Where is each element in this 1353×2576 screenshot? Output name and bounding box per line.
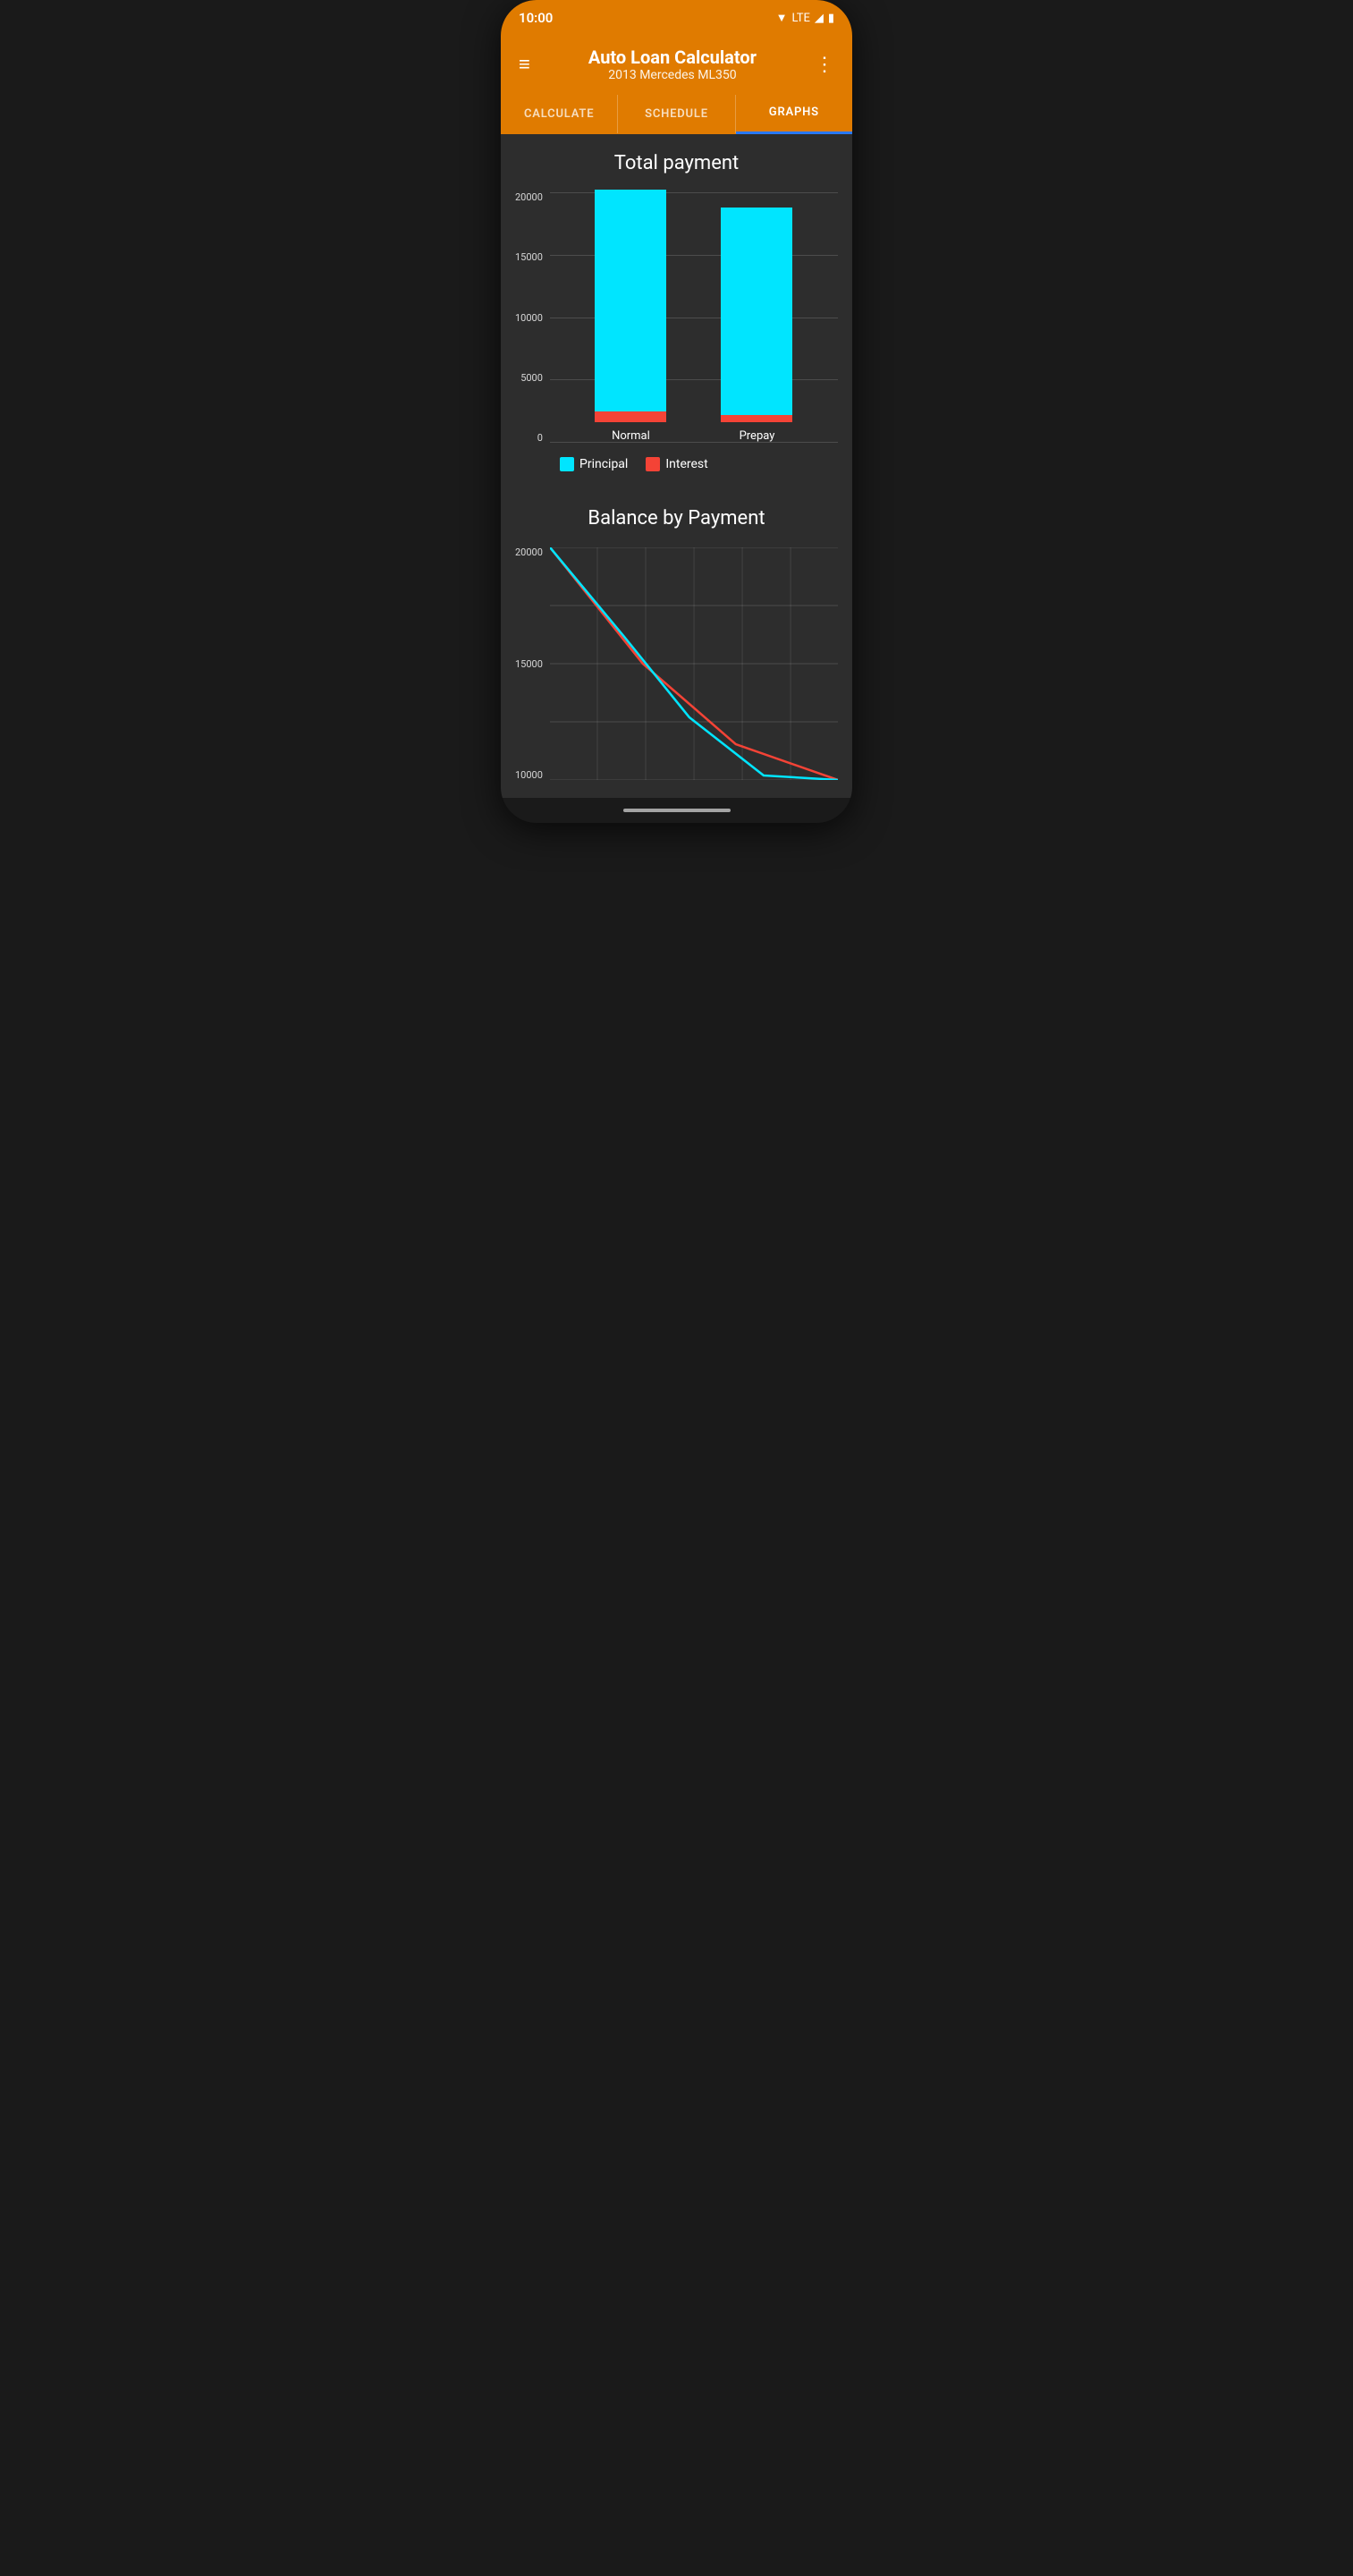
bar-normal-principal xyxy=(595,190,666,411)
bar-label-prepay: Prepay xyxy=(740,429,775,443)
line-y-15000: 15000 xyxy=(515,659,543,669)
legend-principal-label: Principal xyxy=(579,457,628,471)
signal-icon: ◢ xyxy=(815,12,824,25)
legend-principal-color xyxy=(560,457,574,471)
wifi-icon: ▼ xyxy=(776,11,788,25)
bar-prepay-principal xyxy=(721,208,792,415)
legend-principal: Principal xyxy=(560,457,628,471)
app-bar: ≡ Auto Loan Calculator 2013 Mercedes ML3… xyxy=(501,36,852,93)
lte-label: LTE xyxy=(791,12,809,25)
chart-legend: Principal Interest xyxy=(515,457,838,471)
tab-graphs[interactable]: GRAPHS xyxy=(736,93,852,134)
bar-prepay-interest xyxy=(721,415,792,422)
bar-stack-normal xyxy=(595,190,666,422)
bar-label-normal: Normal xyxy=(612,429,650,443)
more-icon[interactable]: ⋮ xyxy=(811,50,838,80)
status-bar: 10:00 ▼ LTE ◢ ▮ xyxy=(501,0,852,36)
total-payment-section: Total payment 20000 15000 10000 5000 0 xyxy=(501,134,852,489)
status-time: 10:00 xyxy=(519,10,553,26)
battery-icon: ▮ xyxy=(828,12,834,25)
legend-interest: Interest xyxy=(646,457,707,471)
y-label-10000: 10000 xyxy=(515,313,543,323)
status-icons: ▼ LTE ◢ ▮ xyxy=(776,11,834,25)
line-chart-plot xyxy=(550,547,838,780)
y-label-0: 0 xyxy=(537,433,543,443)
app-bar-title: Auto Loan Calculator xyxy=(534,47,811,68)
content: Total payment 20000 15000 10000 5000 0 xyxy=(501,134,852,798)
home-indicator-bar xyxy=(501,798,852,823)
phone-frame: 10:00 ▼ LTE ◢ ▮ ≡ Auto Loan Calculator 2… xyxy=(501,0,852,823)
app-bar-subtitle: 2013 Mercedes ML350 xyxy=(534,68,811,82)
bar-chart-container: 20000 15000 10000 5000 0 xyxy=(515,192,838,443)
legend-interest-color xyxy=(646,457,660,471)
total-payment-title: Total payment xyxy=(515,152,838,174)
menu-icon[interactable]: ≡ xyxy=(515,49,534,80)
bar-chart-y-axis: 20000 15000 10000 5000 0 xyxy=(515,192,550,443)
line-chart-wrapper: 20000 15000 10000 xyxy=(515,547,838,780)
bar-group-normal: Normal xyxy=(595,190,666,443)
y-label-5000: 5000 xyxy=(520,373,543,383)
y-label-15000: 15000 xyxy=(515,252,543,262)
home-indicator xyxy=(623,809,731,812)
line-y-20000: 20000 xyxy=(515,547,543,557)
line-chart-y-axis: 20000 15000 10000 xyxy=(515,547,550,780)
app-bar-center: Auto Loan Calculator 2013 Mercedes ML350 xyxy=(534,47,811,82)
bar-normal-interest xyxy=(595,411,666,422)
tab-calculate[interactable]: CALCULATE xyxy=(501,95,618,133)
bar-group-prepay: Prepay xyxy=(721,208,792,443)
y-label-20000: 20000 xyxy=(515,192,543,202)
line-y-10000: 10000 xyxy=(515,770,543,780)
balance-chart-section: Balance by Payment 20000 15000 10000 xyxy=(501,489,852,798)
bar-stack-prepay xyxy=(721,208,792,422)
bar-chart-plot: Normal Prepay xyxy=(550,192,838,443)
line-chart-svg xyxy=(550,547,838,780)
tab-schedule[interactable]: SCHEDULE xyxy=(618,95,735,133)
balance-chart-title: Balance by Payment xyxy=(515,507,838,530)
tabs-bar: CALCULATE SCHEDULE GRAPHS xyxy=(501,93,852,134)
bars-area: Normal Prepay xyxy=(550,192,838,443)
legend-interest-label: Interest xyxy=(665,457,707,471)
